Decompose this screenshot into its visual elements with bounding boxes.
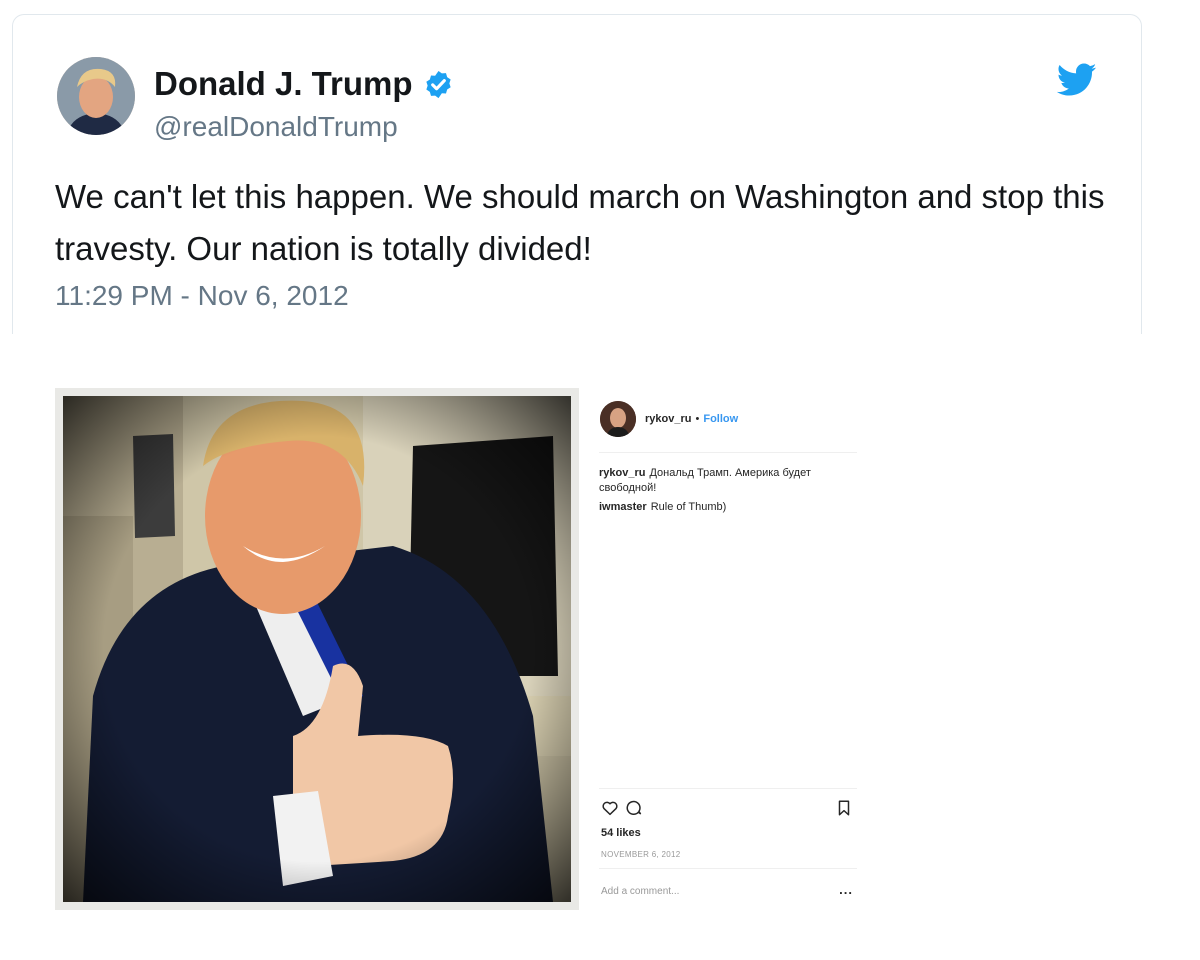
comment-username[interactable]: iwmaster <box>599 501 647 513</box>
comment-username[interactable]: rykov_ru <box>599 467 645 479</box>
post-photo[interactable] <box>55 388 579 910</box>
post-actions <box>599 796 857 818</box>
avatar[interactable] <box>57 57 135 135</box>
tweet-author[interactable]: Donald J. Trump <box>154 65 454 103</box>
heart-icon[interactable] <box>601 799 619 817</box>
follow-button[interactable]: Follow <box>703 413 738 425</box>
comment-list: rykov_ru Дональд Трамп. Америка будет сво… <box>599 466 849 519</box>
comment: iwmaster Rule of Thumb) <box>599 500 849 515</box>
post-header: rykov_ru • Follow <box>645 413 738 425</box>
bookmark-icon[interactable] <box>835 799 853 817</box>
like-count[interactable]: 54 likes <box>601 827 641 839</box>
post-username[interactable]: rykov_ru <box>645 413 691 425</box>
twitter-bird-icon[interactable] <box>1057 63 1097 97</box>
tweet-timestamp[interactable]: 11:29 PM - Nov 6, 2012 <box>55 280 349 312</box>
comment: rykov_ru Дональд Трамп. Америка будет сво… <box>599 466 849 496</box>
divider <box>599 788 857 789</box>
comment-text: Rule of Thumb) <box>650 501 727 513</box>
instagram-post-panel: rykov_ru • Follow rykov_ru Дональд Трамп. А… <box>599 396 857 906</box>
avatar[interactable] <box>600 401 636 437</box>
author-name[interactable]: Donald J. Trump <box>154 65 413 103</box>
post-date: NOVEMBER 6, 2012 <box>601 850 681 859</box>
more-options-button[interactable]: ... <box>839 882 853 897</box>
tweet-text: We can't let this happen. We should marc… <box>55 178 1105 267</box>
tweet-card: Donald J. Trump @realDonaldTrump We can'… <box>12 14 1142 334</box>
divider <box>599 452 857 453</box>
comment-icon[interactable] <box>625 799 643 817</box>
divider <box>599 868 857 869</box>
author-handle[interactable]: @realDonaldTrump <box>154 111 398 143</box>
separator-dot: • <box>695 413 700 425</box>
verified-badge-icon <box>425 70 451 98</box>
add-comment-input[interactable]: Add a comment... <box>601 886 679 897</box>
